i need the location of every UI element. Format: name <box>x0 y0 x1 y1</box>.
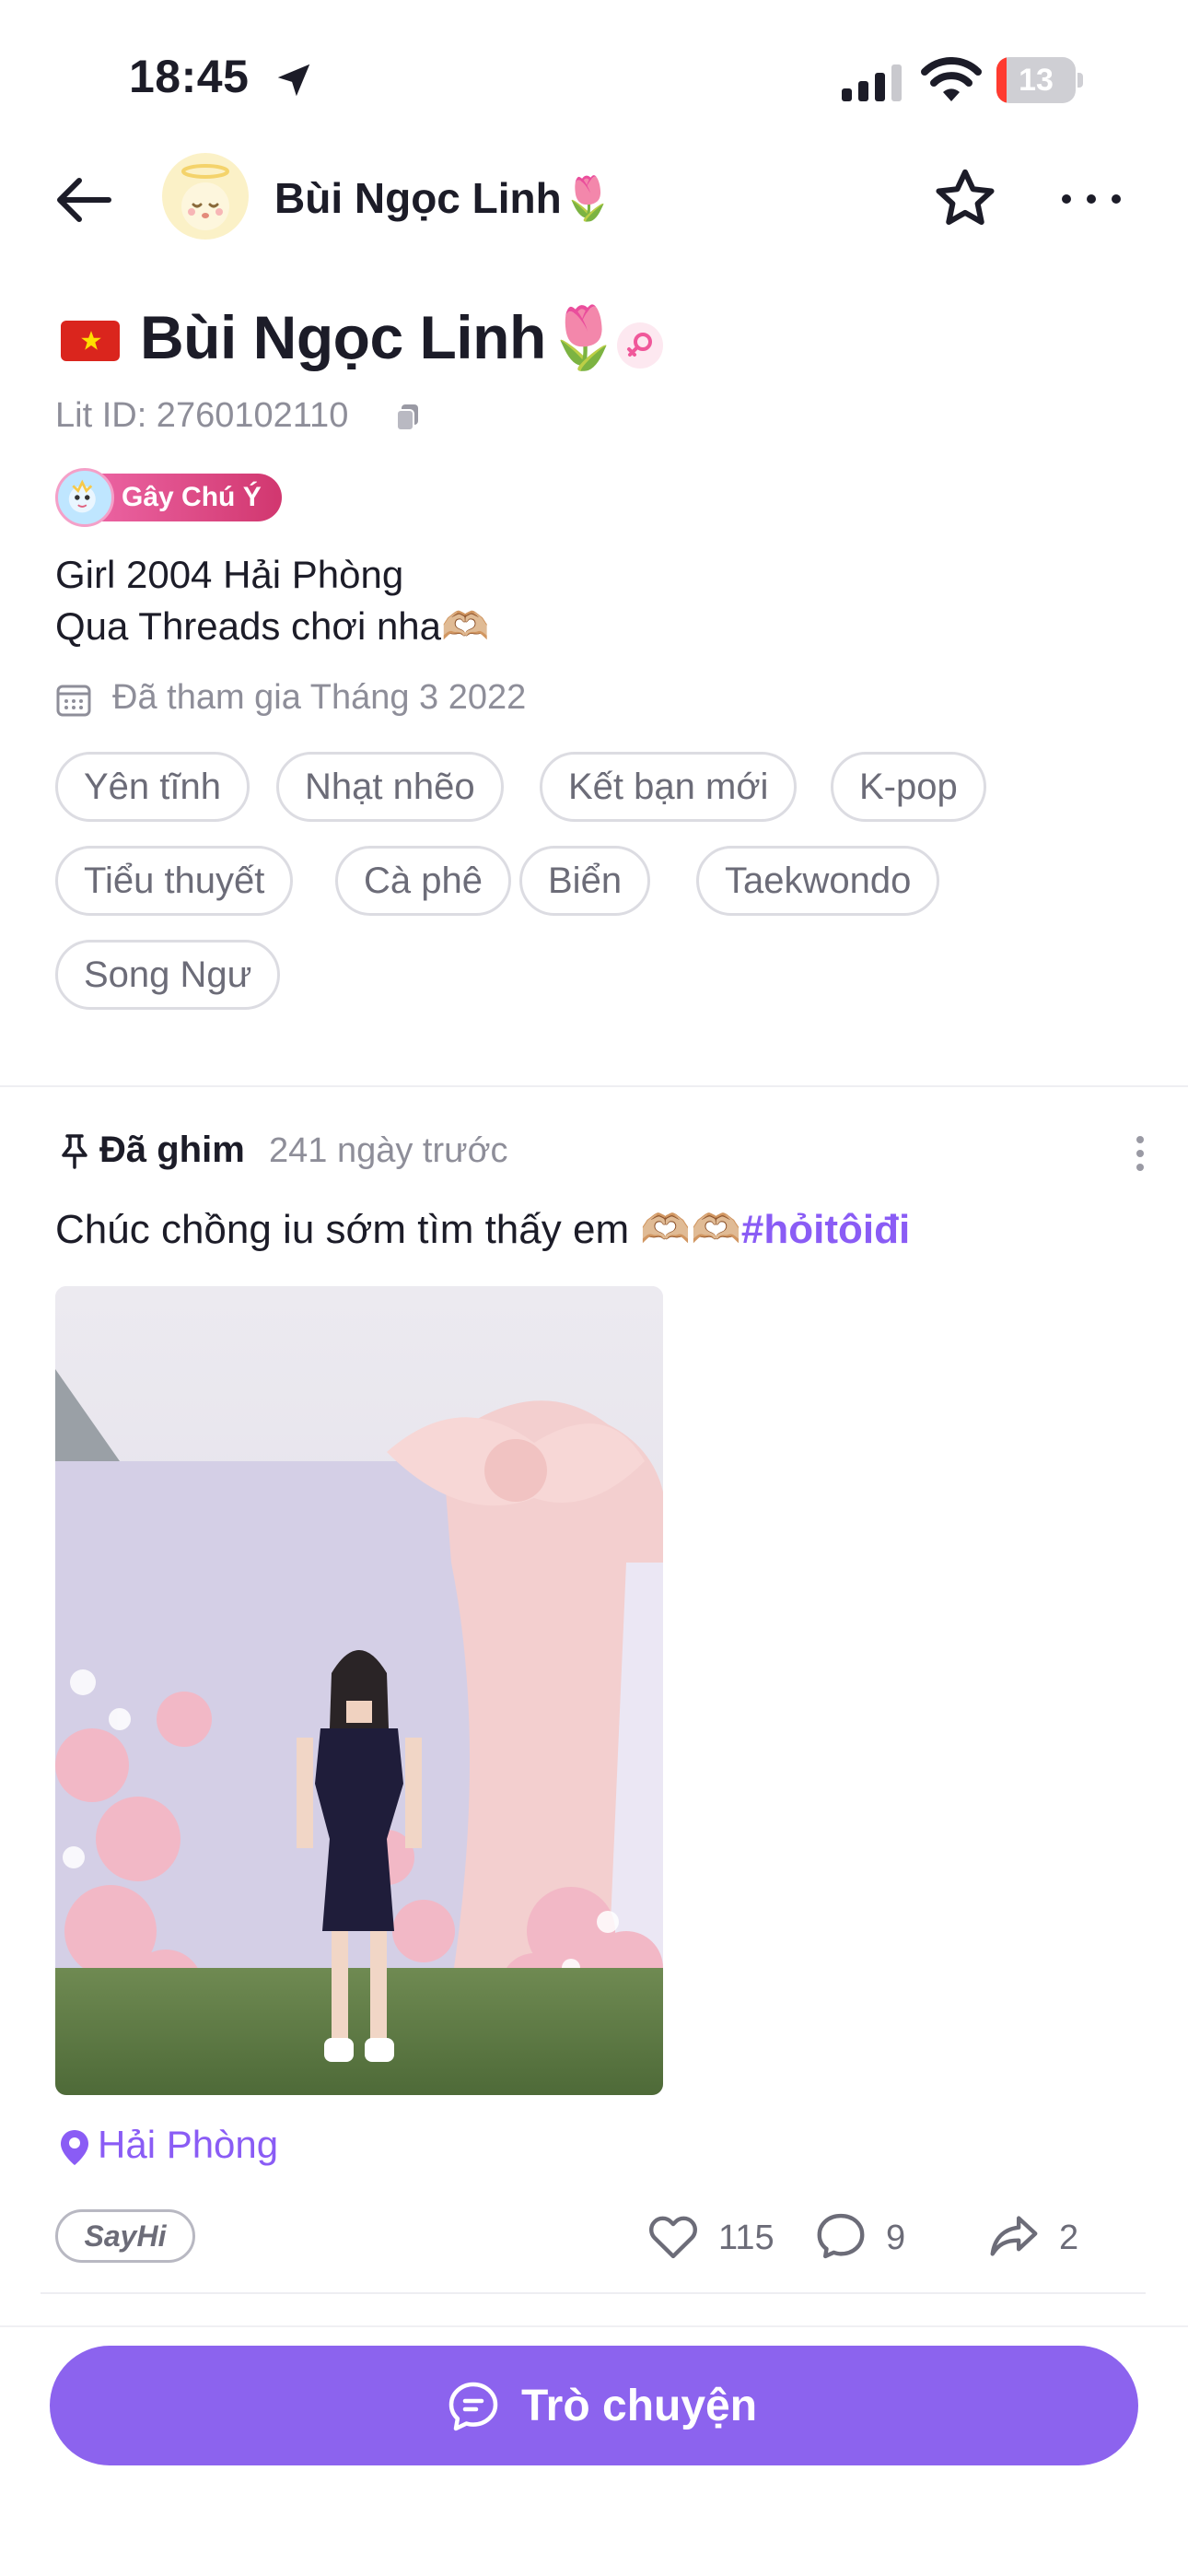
status-bar: 18:45 13 <box>0 0 1188 157</box>
comment-count: 9 <box>886 2219 906 2257</box>
chat-button[interactable]: Trò chuyện <box>50 2346 1138 2465</box>
top-nav: Bùi Ngọc Linh🌷 <box>0 147 1188 249</box>
location-arrow-icon <box>277 64 310 97</box>
comment-bubble-icon <box>817 2213 865 2259</box>
post-body: Chúc chồng iu sớm tìm thấy em 🫶🏼🫶🏼 <box>55 1207 741 1252</box>
battery-percent: 13 <box>1019 63 1054 98</box>
sayhi-button[interactable]: SayHi <box>55 2209 195 2263</box>
profile-screen: 18:45 13 Bùi Ngọc Linh🌷 Bùi Ngọc Linh🌷 L… <box>0 0 1188 2576</box>
tag-chip[interactable]: Nhạt nhẽo <box>276 752 504 822</box>
like-count: 115 <box>718 2219 775 2257</box>
avatar[interactable] <box>162 153 249 240</box>
pin-icon <box>62 1134 87 1169</box>
share-count: 2 <box>1059 2219 1079 2257</box>
star-follow-icon[interactable] <box>930 164 1000 234</box>
chat-bubble-icon <box>448 2382 498 2431</box>
location-pin-icon <box>61 2130 88 2165</box>
calendar-icon <box>56 685 91 717</box>
profile-bio: Girl 2004 Hải Phòng Qua Threads chơi nha… <box>55 553 490 648</box>
chat-button-label: Trò chuyện <box>521 2382 758 2430</box>
vietnam-flag-icon <box>61 321 120 361</box>
cellular-signal-icon <box>842 64 902 101</box>
tag-chip[interactable]: Tiểu thuyết <box>55 846 294 916</box>
tag-chip[interactable]: Taekwondo <box>696 846 940 916</box>
wifi-icon <box>921 57 982 101</box>
post-divider <box>41 2292 1146 2294</box>
tag-chip[interactable]: Yên tĩnh <box>55 752 250 822</box>
joined-date: Đã tham gia Tháng 3 2022 <box>112 678 527 717</box>
pinned-label: Đã ghim <box>99 1130 245 1170</box>
status-badge: Gây Chú Ý <box>55 468 282 527</box>
post-hashtag[interactable]: #hỏitôiđi <box>741 1207 910 1252</box>
lit-id: Lit ID: 2760102110 <box>55 396 349 435</box>
post-location[interactable]: Hải Phòng <box>98 2123 278 2167</box>
tag-chip[interactable]: Biển <box>519 846 651 916</box>
status-time: 18:45 <box>129 51 250 102</box>
post-photo[interactable] <box>55 1286 663 2095</box>
post-time: 241 ngày trước <box>269 1131 508 1170</box>
more-options-icon[interactable] <box>1059 188 1124 210</box>
female-gender-icon <box>617 322 663 369</box>
tag-chip[interactable]: K-pop <box>831 752 986 822</box>
post-text: Chúc chồng iu sớm tìm thấy em 🫶🏼🫶🏼#hỏitô… <box>55 1205 910 1253</box>
post-more-icon[interactable] <box>1135 1135 1146 1172</box>
bottom-bar-divider <box>0 2325 1188 2327</box>
copy-icon[interactable] <box>392 402 424 433</box>
battery-icon: 13 <box>996 57 1083 103</box>
share-arrow-icon <box>990 2216 1038 2256</box>
nav-title: Bùi Ngọc Linh🌷 <box>274 174 615 222</box>
tag-chip[interactable]: Cà phê <box>335 846 511 916</box>
tag-chip[interactable]: Kết bạn mới <box>540 752 798 822</box>
badge-label: Gây Chú Ý <box>122 482 262 512</box>
photo-illustration <box>55 1286 663 2095</box>
tag-chip[interactable]: Song Ngư <box>55 940 281 1010</box>
back-arrow-icon[interactable] <box>52 168 116 232</box>
heart-icon <box>649 2216 697 2259</box>
section-divider <box>0 1085 1188 1087</box>
badge-avatar-icon <box>55 468 114 527</box>
profile-name: Bùi Ngọc Linh🌷 <box>140 303 622 371</box>
